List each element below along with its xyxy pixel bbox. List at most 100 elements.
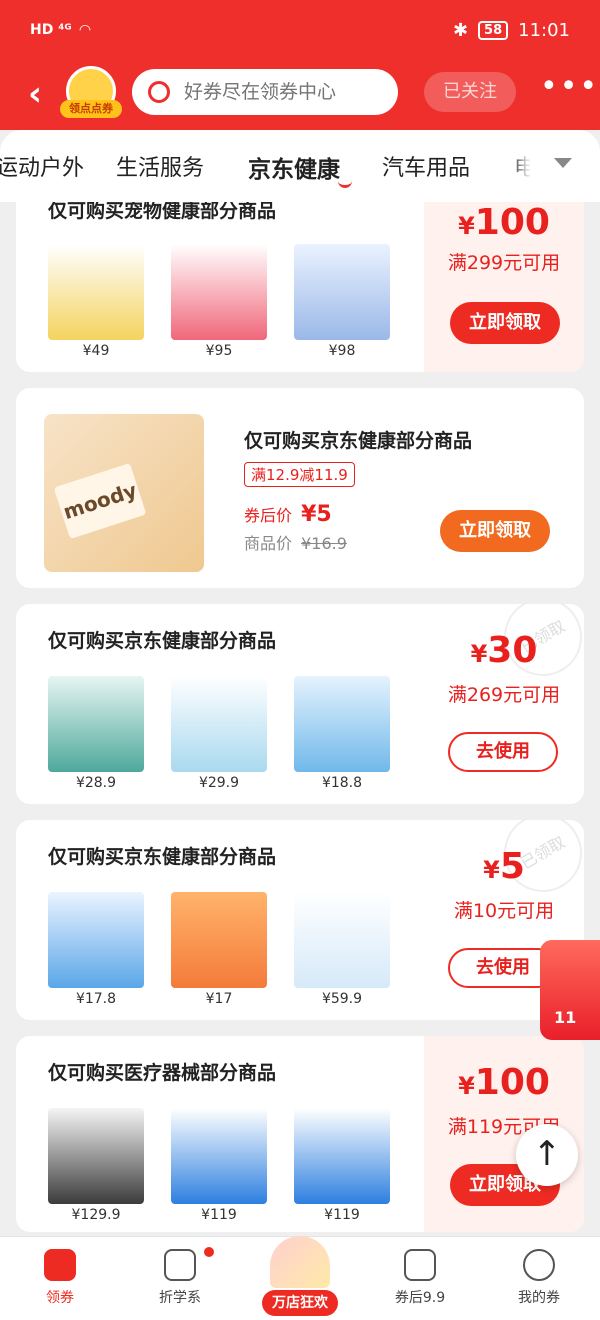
chevron-left-icon[interactable]: ‹ xyxy=(28,74,42,114)
coupon-card-1: 仅可购买宠物健康部分商品 ¥49 ¥95 ¥98 ¥100 满299元可用 立即… xyxy=(16,202,584,372)
moody-logo: moody xyxy=(53,462,147,540)
product-thumb[interactable]: ¥95 xyxy=(171,244,267,359)
product-image xyxy=(171,244,267,340)
product-price: ¥119 xyxy=(324,1207,360,1223)
tab-auto[interactable]: 汽车用品 xyxy=(382,150,470,182)
product-image xyxy=(48,244,144,340)
claim-button[interactable]: 立即领取 xyxy=(450,302,560,344)
nav-label: 券后9.9 xyxy=(394,1290,446,1306)
nav-after-99[interactable]: 券后9.9 xyxy=(375,1249,465,1307)
product-thumb[interactable]: ¥59.9 xyxy=(294,892,390,1007)
product-thumb[interactable]: ¥17.8 xyxy=(48,892,144,1007)
use-button[interactable]: 去使用 xyxy=(448,732,558,772)
floating-red-packet-text: 11 xyxy=(554,1008,577,1027)
product-image xyxy=(48,1108,144,1204)
discount-tag: 满12.9减11.9 xyxy=(244,462,355,487)
status-right: ✱ 58 11:01 xyxy=(453,20,570,41)
product-thumb[interactable]: ¥98 xyxy=(294,244,390,359)
chevron-down-icon[interactable] xyxy=(554,158,572,168)
follow-button[interactable]: 已关注 xyxy=(424,72,516,112)
nav-label: 我的券 xyxy=(518,1290,560,1306)
nav-zhexuexi[interactable]: 折学系 xyxy=(135,1249,225,1307)
coupon-card-5: 仅可购买医疗器械部分商品 ¥129.9 ¥119 ¥119 ¥100 满119元… xyxy=(16,1036,584,1232)
nav-label: 万店狂欢 xyxy=(262,1290,338,1316)
coupon-amount: ¥30 xyxy=(470,630,538,671)
product-price: ¥119 xyxy=(201,1207,237,1223)
search-bar[interactable] xyxy=(132,69,398,115)
product-price: ¥18.8 xyxy=(321,775,363,791)
status-left-icons: HD ⁴ᴳ ◠ xyxy=(30,22,90,38)
search-icon xyxy=(148,81,170,103)
z-logo-icon xyxy=(164,1249,196,1281)
product-thumb[interactable]: ¥17 xyxy=(171,892,267,1007)
status-bar: HD ⁴ᴳ ◠ ✱ 58 11:01 xyxy=(0,0,600,60)
product-price: ¥28.9 xyxy=(75,775,117,791)
battery-indicator: 58 xyxy=(478,20,509,40)
product-image xyxy=(294,676,390,772)
product-image xyxy=(171,892,267,988)
product-image xyxy=(294,244,390,340)
notification-dot xyxy=(204,1247,214,1257)
coupon-title: 仅可购买京东健康部分商品 xyxy=(48,630,277,652)
product-price: ¥17 xyxy=(205,991,233,1007)
bluetooth-icon: ✱ xyxy=(452,19,469,41)
festival-icon xyxy=(270,1236,330,1288)
product-image xyxy=(48,892,144,988)
after-price: 券后价 ¥5 xyxy=(244,502,332,527)
product-thumb[interactable]: ¥129.9 xyxy=(48,1108,144,1223)
product-price: ¥17.8 xyxy=(75,991,117,1007)
product-image xyxy=(48,676,144,772)
category-tabs: 运动户外 生活服务 京东健康 汽车用品 电 xyxy=(0,130,600,202)
product-price: ¥98 xyxy=(328,343,356,359)
coupon-title: 仅可购买医疗器械部分商品 xyxy=(48,1062,277,1084)
nav-label: 领券 xyxy=(46,1290,74,1306)
coupon-amount: ¥5 xyxy=(483,846,525,887)
coupon-title: 仅可购买京东健康部分商品 xyxy=(48,846,277,868)
product-image xyxy=(171,676,267,772)
product-thumb[interactable]: ¥18.8 xyxy=(294,676,390,791)
coupon-icon xyxy=(44,1249,76,1281)
product-image xyxy=(171,1108,267,1204)
product-thumb[interactable]: ¥28.9 xyxy=(48,676,144,791)
floating-red-packet[interactable]: 11 xyxy=(540,940,600,1040)
price-99-icon xyxy=(404,1249,436,1281)
product-price: ¥129.9 xyxy=(71,1207,121,1223)
product-thumb[interactable]: ¥29.9 xyxy=(171,676,267,791)
coupon-value-panel: 已领取 ¥30 满269元可用 去使用 xyxy=(424,604,584,804)
arrow-up-icon[interactable]: ↑ xyxy=(516,1124,578,1186)
more-dots-icon[interactable]: ••• xyxy=(540,72,599,102)
product-thumb[interactable]: ¥49 xyxy=(48,244,144,359)
wifi-icon: ◠ xyxy=(79,22,91,38)
search-input[interactable] xyxy=(184,81,384,103)
product-image[interactable]: moody xyxy=(44,414,204,572)
product-thumb[interactable]: ¥119 xyxy=(171,1108,267,1223)
active-tab-indicator xyxy=(338,180,352,188)
top-header: HD ⁴ᴳ ◠ ✱ 58 11:01 ‹ 领点点券 已关注 ••• xyxy=(0,0,600,130)
coupon-condition: 满299元可用 xyxy=(447,252,561,274)
product-price: ¥95 xyxy=(205,343,233,359)
claim-button[interactable]: 立即领取 xyxy=(440,510,550,552)
coupon-value-panel: ¥100 满299元可用 立即领取 xyxy=(424,202,584,372)
nav-my-coupons[interactable]: 我的券 xyxy=(494,1249,584,1307)
avatar-tag: 领点点券 xyxy=(60,100,122,118)
product-image xyxy=(294,1108,390,1204)
tab-life-service[interactable]: 生活服务 xyxy=(116,150,204,182)
clock: 11:01 xyxy=(518,19,570,41)
coupon-amount: ¥100 xyxy=(458,202,550,243)
coupon-card-3: 仅可购买京东健康部分商品 ¥28.9 ¥29.9 ¥18.8 已领取 ¥30 满… xyxy=(16,604,584,804)
product-image xyxy=(294,892,390,988)
smile-icon xyxy=(523,1249,555,1281)
nav-coupon[interactable]: 领券 xyxy=(15,1249,105,1307)
product-price: ¥49 xyxy=(82,343,110,359)
nav-bar: ‹ 领点点券 已关注 ••• xyxy=(0,60,600,130)
original-price: 商品价 ¥16.9 xyxy=(244,534,347,553)
tab-jd-health[interactable]: 京东健康 xyxy=(248,150,340,184)
tab-outdoor[interactable]: 运动户外 xyxy=(0,150,84,182)
nav-festival[interactable]: 万店狂欢 xyxy=(262,1236,338,1316)
product-thumb[interactable]: ¥119 xyxy=(294,1108,390,1223)
network-label: HD ⁴ᴳ xyxy=(30,22,72,38)
product-price: ¥29.9 xyxy=(198,775,240,791)
coupon-title: 仅可购买宠物健康部分商品 xyxy=(48,202,277,222)
coupon-condition: 满269元可用 xyxy=(447,684,561,706)
coupon-condition: 满10元可用 xyxy=(453,900,555,922)
